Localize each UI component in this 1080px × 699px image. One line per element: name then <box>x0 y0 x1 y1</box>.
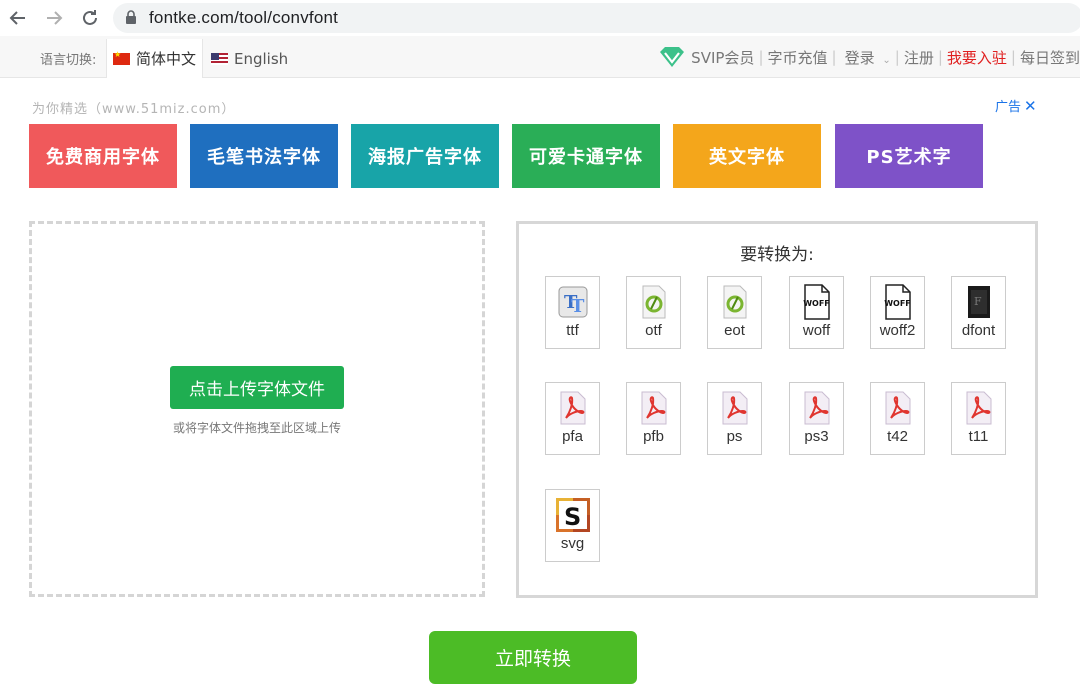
lang-tab-simplified-chinese[interactable]: 简体中文 <box>106 39 204 78</box>
china-flag-icon <box>113 50 130 65</box>
account-links: SVIP会员 | 字币充值 | 登录 ⌄ | 注册 | 我要入驻 | 每日签到 <box>659 36 1080 78</box>
daily-signin-link[interactable]: 每日签到 <box>1020 47 1080 68</box>
pdf-icon <box>881 391 915 425</box>
pdf-icon <box>637 391 671 425</box>
format-label: pfb <box>643 428 664 445</box>
woff-badge-text: WOFF <box>803 299 830 308</box>
upload-hint: 或将字体文件拖拽至此区域上传 <box>172 421 341 435</box>
woff-file-icon: WOFF <box>800 284 834 320</box>
register-link[interactable]: 注册 <box>904 47 934 68</box>
woff-badge-text: WOFF <box>884 299 911 308</box>
format-option-ttf[interactable]: T T ttf <box>545 276 600 349</box>
site-top-bar: 语言切换: 简体中文 English SVIP会员 | 字币充值 | 登录 ⌄ … <box>0 36 1080 78</box>
format-label: ps <box>726 428 743 445</box>
us-flag-icon <box>211 52 228 65</box>
separator: | <box>831 48 837 66</box>
address-bar[interactable]: fontke.com/tool/convfont <box>113 3 1080 33</box>
format-option-eot[interactable]: eot <box>707 276 762 349</box>
lang-tab-label: English <box>234 49 289 68</box>
format-label: t11 <box>968 428 989 445</box>
format-option-woff[interactable]: WOFF woff <box>789 276 844 349</box>
forward-arrow-icon[interactable] <box>36 0 72 36</box>
separator: | <box>937 48 943 66</box>
ad-section-label: 为你精选（www.51miz.com） <box>32 102 236 117</box>
format-label: otf <box>645 322 662 339</box>
login-link[interactable]: 登录 ⌄ <box>845 47 891 68</box>
back-arrow-icon[interactable] <box>0 0 36 36</box>
format-option-woff2[interactable]: WOFF woff2 <box>870 276 925 349</box>
browser-toolbar: fontke.com/tool/convfont <box>0 0 1080 36</box>
format-option-ps[interactable]: ps <box>707 382 762 455</box>
ad-tile-brush-calligraphy-fonts[interactable]: 毛笔书法字体 <box>190 124 338 188</box>
format-option-otf[interactable]: otf <box>626 276 681 349</box>
separator: | <box>1010 48 1016 66</box>
lock-icon <box>125 9 137 28</box>
format-label: svg <box>560 535 585 552</box>
convert-now-button[interactable]: 立即转换 <box>429 631 637 684</box>
ad-close-button[interactable]: 广告 ✕ <box>995 96 1037 115</box>
join-link[interactable]: 我要入驻 <box>947 47 1007 68</box>
ad-tile-cartoon-fonts[interactable]: 可爱卡通字体 <box>512 124 660 188</box>
upload-font-button[interactable]: 点击上传字体文件 <box>170 366 344 409</box>
woff-file-icon: WOFF <box>881 284 915 320</box>
separator: | <box>894 48 900 66</box>
format-option-t42[interactable]: t42 <box>870 382 925 455</box>
ad-tile-free-commercial-fonts[interactable]: 免费商用字体 <box>29 124 177 188</box>
opentype-icon <box>637 285 671 319</box>
ad-tile-english-fonts[interactable]: 英文字体 <box>673 124 821 188</box>
format-label: dfont <box>961 322 996 339</box>
format-label: pfa <box>562 428 583 445</box>
format-label: woff2 <box>879 322 916 339</box>
font-drop-zone[interactable] <box>29 221 485 597</box>
dfont-icon: F <box>962 285 996 319</box>
pdf-icon <box>800 391 834 425</box>
svg-text:S: S <box>564 503 581 531</box>
format-option-t11[interactable]: t11 <box>951 382 1006 455</box>
format-option-pfa[interactable]: pfa <box>545 382 600 455</box>
format-label: eot <box>724 322 745 339</box>
pdf-icon <box>962 391 996 425</box>
url-text: fontke.com/tool/convfont <box>149 8 339 27</box>
svg-icon: S <box>555 498 590 532</box>
separator: | <box>758 48 764 66</box>
chevron-down-icon: ⌄ <box>882 54 891 66</box>
format-label: woff <box>802 322 831 339</box>
svip-diamond-icon <box>660 47 685 67</box>
ad-tile-poster-fonts[interactable]: 海报广告字体 <box>351 124 499 188</box>
lang-tab-label: 简体中文 <box>136 50 197 68</box>
reload-icon[interactable] <box>72 0 108 36</box>
ad-tile-ps-art-text[interactable]: PS艺术字 <box>835 124 983 188</box>
svg-text:T: T <box>571 296 585 317</box>
svg-text:F: F <box>974 295 982 308</box>
format-option-ps3[interactable]: ps3 <box>789 382 844 455</box>
ttf-icon: TT <box>556 285 590 319</box>
format-label: t42 <box>887 428 908 445</box>
language-label: 语言切换: <box>40 53 97 68</box>
svip-link[interactable]: SVIP会员 <box>659 46 754 68</box>
lang-tab-english[interactable]: English <box>205 39 294 78</box>
pdf-icon <box>718 391 752 425</box>
format-option-pfb[interactable]: pfb <box>626 382 681 455</box>
format-option-dfont[interactable]: Fdfont <box>951 276 1006 349</box>
format-label: ttf <box>566 322 579 339</box>
pdf-icon <box>556 391 590 425</box>
target-format-title: 要转换为: <box>740 245 814 265</box>
format-option-svg[interactable]: Ssvg <box>545 489 600 562</box>
opentype-icon <box>718 285 752 319</box>
recharge-link[interactable]: 字币充值 <box>768 47 828 68</box>
close-icon: ✕ <box>1024 97 1037 115</box>
format-label: ps3 <box>804 428 829 445</box>
